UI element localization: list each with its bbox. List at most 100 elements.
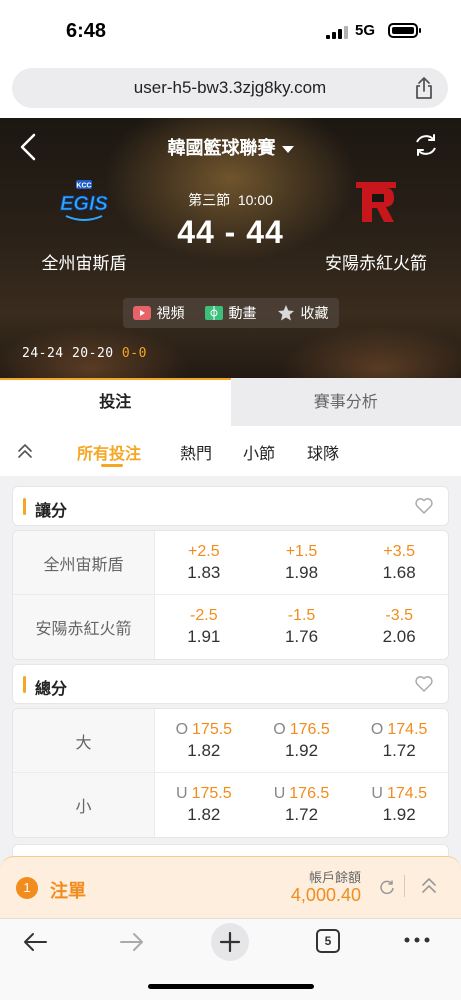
away-team: 安陽赤紅火箭	[296, 178, 456, 274]
odds-cell[interactable]: U 174.5 1.92	[350, 773, 448, 837]
battery-icon	[388, 23, 421, 38]
home-logo-sub: KCC	[76, 183, 91, 190]
divider	[404, 875, 405, 897]
odds-value: 1.92	[382, 805, 416, 824]
subtab-team[interactable]: 球隊	[307, 440, 339, 464]
star-icon	[277, 305, 294, 321]
total-line: 176.5	[289, 785, 330, 802]
tabs-button[interactable]: 5	[316, 929, 340, 953]
url-text[interactable]: user-h5-bw3.3zjg8ky.com	[12, 78, 448, 98]
handicap-title: 讓分	[35, 503, 68, 520]
refresh-icon[interactable]	[413, 132, 439, 158]
heart-icon[interactable]	[414, 674, 434, 694]
handicap-section-header[interactable]: 讓分	[12, 486, 449, 526]
market-filter-tabs: 所有投注 熱門 小節 球隊	[0, 426, 461, 476]
browser-address-area: user-h5-bw3.3zjg8ky.com	[0, 62, 461, 118]
balance-value: 4,000.40	[290, 885, 361, 905]
odds-cell[interactable]: O 174.5 1.72	[350, 709, 448, 772]
active-tab-indicator	[101, 464, 123, 467]
address-bar[interactable]: user-h5-bw3.3zjg8ky.com	[12, 68, 448, 108]
row-label: 大	[13, 709, 155, 772]
total-line: 174.5	[387, 720, 428, 738]
over-prefix: O	[370, 720, 384, 738]
total-line: 174.5	[386, 785, 427, 802]
chevron-down-icon	[281, 145, 294, 153]
tab-analysis[interactable]: 賽事分析	[230, 378, 461, 426]
odds-value: 1.76	[284, 627, 319, 646]
media-options: 視頻 動畫 收藏	[0, 298, 461, 328]
total-line: 175.5	[192, 720, 233, 738]
refresh-balance-icon[interactable]	[379, 879, 395, 895]
balance-label: 帳戶餘額	[308, 870, 361, 885]
odds-cell[interactable]: O 175.5 1.82	[155, 709, 253, 772]
period-clock: 10:00	[237, 192, 273, 208]
market-row: 小 U 175.5 1.82 U 176.5 1.72 U 174.5 1.92	[13, 773, 448, 837]
animation-button[interactable]: 動畫	[194, 298, 267, 328]
favorite-button[interactable]: 收藏	[266, 298, 339, 328]
bet-count-badge: 1	[16, 877, 38, 899]
bet-slip-label: 注單	[50, 881, 86, 901]
under-prefix: U	[371, 785, 383, 802]
main-tabs: 投注 賽事分析	[0, 378, 461, 426]
league-selector[interactable]: 韓國籃球聯賽	[0, 134, 461, 160]
odds-cell[interactable]: -3.5 2.06	[350, 595, 448, 659]
match-header: 韓國籃球聯賽 KCC EGIS 全州宙斯盾 第三節 10:00 44 - 44 …	[0, 118, 461, 378]
odds-cell[interactable]: +2.5 1.83	[155, 531, 253, 594]
collapse-all-icon[interactable]	[16, 442, 34, 460]
away-team-logo	[356, 182, 396, 222]
over-prefix: O	[175, 720, 189, 738]
odds-value: 1.72	[284, 805, 319, 824]
odds-value: 1.72	[382, 740, 416, 760]
subtab-hot[interactable]: 熱門	[180, 440, 212, 464]
section-accent-bar	[23, 498, 26, 515]
row-label: 全州宙斯盾	[13, 531, 155, 594]
handicap-line: -3.5	[385, 607, 413, 624]
home-indicator	[148, 984, 314, 989]
signal-icon	[326, 26, 348, 39]
network-label: 5G	[355, 22, 376, 39]
handicap-line: -1.5	[287, 607, 316, 624]
handicap-line: -2.5	[190, 607, 218, 624]
league-title: 韓國籃球聯賽	[167, 138, 276, 158]
odds-value: 2.06	[382, 627, 416, 646]
odds-cell[interactable]: U 175.5 1.82	[155, 773, 253, 837]
row-label: 小	[13, 773, 155, 837]
total-section-header[interactable]: 總分	[12, 664, 449, 704]
expand-up-icon[interactable]	[421, 877, 437, 895]
play-icon	[132, 306, 151, 320]
odds-cell[interactable]: U 176.5 1.72	[253, 773, 351, 837]
bet-slip-bar[interactable]: 1 注單 帳戶餘額 4,000.40	[0, 856, 461, 918]
browser-forward-icon[interactable]	[119, 931, 145, 953]
odds-cell[interactable]: -1.5 1.76	[253, 595, 351, 659]
market-row: 大 O 175.5 1.82 O 176.5 1.92 O 174.5 1.72	[13, 709, 448, 773]
browser-back-icon[interactable]	[22, 931, 48, 953]
subtab-quarter[interactable]: 小節	[243, 440, 275, 464]
more-icon[interactable]	[404, 935, 430, 945]
total-line: 175.5	[191, 785, 232, 802]
row-label: 安陽赤紅火箭	[13, 595, 155, 659]
total-title: 總分	[35, 681, 68, 698]
status-bar: 6:48 5G	[0, 0, 461, 62]
odds-cell[interactable]: +3.5 1.68	[350, 531, 448, 594]
market-row: 全州宙斯盾 +2.5 1.83 +1.5 1.98 +3.5 1.68	[13, 531, 448, 595]
new-tab-button[interactable]	[211, 923, 249, 961]
odds-cell[interactable]: O 176.5 1.92	[253, 709, 351, 772]
quarter-scores-past: 24-24 20-20	[22, 346, 114, 361]
under-prefix: U	[273, 785, 286, 802]
animation-label: 動畫	[228, 305, 257, 321]
plus-icon	[219, 931, 241, 953]
quarter-score-current: 0-0	[121, 346, 147, 361]
video-button[interactable]: 視頻	[122, 298, 195, 328]
share-icon[interactable]	[414, 76, 434, 100]
subtab-all[interactable]: 所有投注	[77, 440, 141, 464]
over-prefix: O	[273, 720, 286, 738]
odds-cell[interactable]: -2.5 1.91	[155, 595, 253, 659]
heart-icon[interactable]	[414, 496, 434, 516]
odds-cell[interactable]: +1.5 1.98	[253, 531, 351, 594]
pitch-icon	[204, 306, 223, 320]
odds-value: 1.82	[187, 805, 221, 824]
handicap-line: +1.5	[285, 542, 318, 560]
odds-value: 1.98	[284, 562, 319, 582]
tab-bet[interactable]: 投注	[0, 378, 231, 426]
total-market: 大 O 175.5 1.82 O 176.5 1.92 O 174.5 1.72 小 U 17…	[12, 708, 449, 838]
